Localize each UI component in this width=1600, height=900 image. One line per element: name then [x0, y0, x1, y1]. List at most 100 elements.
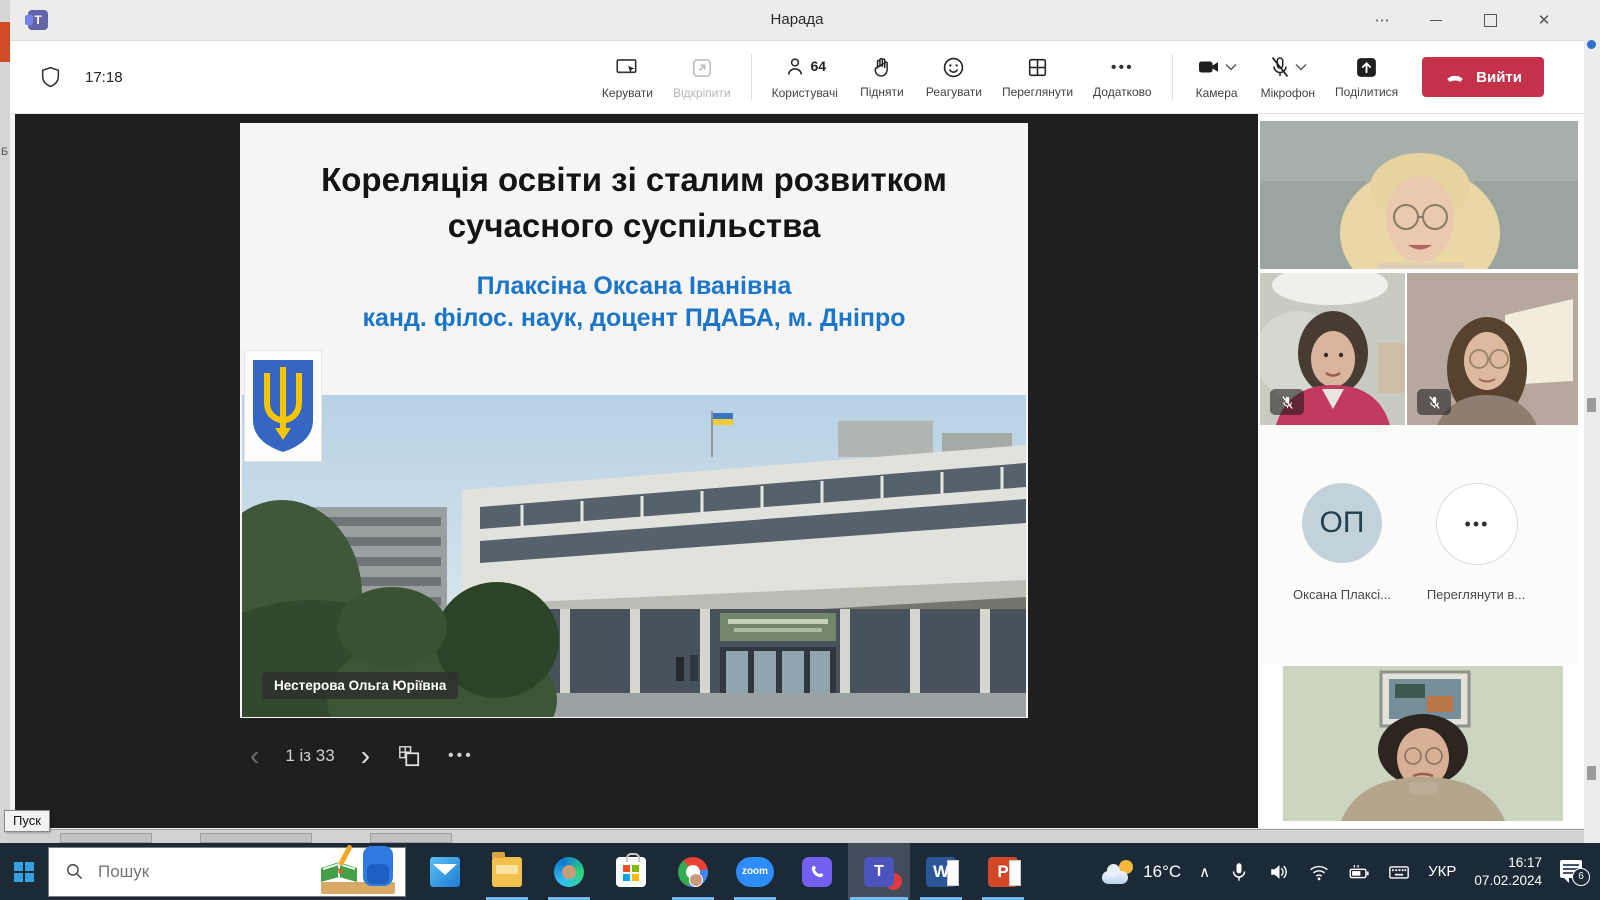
unpin-icon	[689, 55, 715, 81]
slide-title: Кореляція освіти зі сталим розвитком суч…	[240, 157, 1028, 249]
participant-video-2[interactable]	[1260, 273, 1405, 425]
mic-muted-icon	[1427, 395, 1442, 410]
chevron-down-icon[interactable]	[1225, 63, 1237, 71]
share-button[interactable]: Поділитися	[1325, 55, 1408, 99]
participant-video-3[interactable]	[1407, 273, 1578, 425]
overflow-participants-button[interactable]: •••	[1436, 483, 1518, 565]
more-button[interactable]: ••• Додатково	[1083, 56, 1162, 99]
tray-keyboard-icon[interactable]	[1388, 861, 1410, 883]
background-window-right-edge	[1583, 0, 1600, 843]
desktop: Б T Нарада ⋯ ✕ 17	[0, 0, 1600, 900]
ellipsis-icon: •••	[1111, 56, 1134, 80]
participant-4-video-feed	[1283, 666, 1563, 821]
taskbar-teams-icon[interactable]: T	[848, 843, 910, 900]
previous-slide-button[interactable]: ‹	[250, 740, 259, 772]
background-mark	[1587, 398, 1596, 412]
presenter-name-label: Нестерова Ольга Юріївна	[262, 672, 458, 699]
taskbar-store-icon[interactable]	[600, 843, 662, 900]
notification-center-icon[interactable]: 6	[1560, 860, 1586, 884]
taskbar-powerpoint-icon[interactable]: P	[972, 843, 1034, 900]
react-button[interactable]: Реагувати	[916, 55, 992, 99]
participant-video-4[interactable]	[1283, 666, 1563, 821]
window-more-icon[interactable]: ⋯	[1362, 5, 1402, 35]
powerpoint-icon: P	[988, 857, 1018, 887]
background-letter: Б	[1, 146, 8, 158]
slide-grid-icon[interactable]	[396, 743, 422, 769]
folder-icon	[492, 857, 522, 887]
shared-slide: Кореляція освіти зі сталим розвитком суч…	[240, 123, 1028, 718]
raised-hand-icon	[869, 55, 894, 80]
smiley-icon	[941, 55, 966, 80]
minimize-button[interactable]	[1416, 5, 1456, 35]
meeting-toolbar: 17:18 Керувати Відкріпити	[10, 41, 1584, 114]
camera-button[interactable]: Камера	[1183, 55, 1251, 100]
taskbar-zoom-icon[interactable]: zoom	[724, 843, 786, 900]
taskbar-word-icon[interactable]: W	[910, 843, 972, 900]
clock[interactable]: 16:17 07.02.2024	[1474, 854, 1542, 889]
maximize-button[interactable]	[1470, 5, 1510, 35]
taskbar-viber-icon[interactable]	[786, 843, 848, 900]
avatar-initials: ОП	[1320, 506, 1365, 540]
camera-icon	[1196, 55, 1222, 79]
leave-label: Вийти	[1476, 69, 1522, 86]
meeting-timer: 17:18	[85, 69, 123, 86]
start-tooltip: Пуск	[4, 810, 50, 832]
unpin-button[interactable]: Відкріпити	[663, 55, 741, 100]
window-title: Нарада	[10, 0, 1584, 40]
taskbar: zoom T W P 16°C ∧	[0, 843, 1600, 900]
ellipsis-icon: •••	[1465, 514, 1490, 535]
participant-avatar[interactable]: ОП	[1302, 483, 1382, 563]
word-icon: W	[926, 857, 956, 887]
grid-view-icon	[1025, 55, 1050, 80]
taskbar-edge-icon[interactable]	[538, 843, 600, 900]
start-button[interactable]	[0, 843, 48, 900]
chevron-down-icon[interactable]	[1295, 63, 1307, 71]
slide-more-options[interactable]: •••	[448, 747, 474, 765]
background-tab	[200, 833, 312, 843]
slide-counter: 1 із 33	[285, 746, 334, 766]
weather-widget[interactable]: 16°C	[1102, 860, 1181, 884]
participant-1-video-feed	[1260, 121, 1578, 269]
view-button[interactable]: Переглянути	[992, 55, 1083, 99]
microphone-button[interactable]: Мікрофон	[1251, 55, 1325, 100]
search-box[interactable]	[48, 847, 406, 897]
person-icon	[783, 55, 807, 79]
background-mark	[1587, 766, 1596, 780]
presentation-stage: Кореляція освіти зі сталим розвитком суч…	[15, 114, 1258, 828]
tray-volume-icon[interactable]	[1268, 861, 1290, 883]
next-slide-button[interactable]: ›	[361, 740, 370, 772]
taskbar-explorer-icon[interactable]	[476, 843, 538, 900]
edge-icon	[554, 857, 584, 887]
tray-battery-icon[interactable]	[1348, 861, 1370, 883]
avatar-section: ОП ••• Оксана Плаксі... Переглянути в...	[1260, 425, 1578, 664]
background-blue-dot	[1587, 40, 1596, 49]
chrome-icon	[678, 857, 708, 887]
participants-count: 64	[810, 58, 826, 74]
weather-icon	[1102, 860, 1134, 884]
participant-video-1[interactable]	[1260, 121, 1578, 269]
language-indicator[interactable]: УКР	[1428, 863, 1456, 880]
background-window-bottom-strip	[10, 829, 1584, 844]
background-powerpoint-sliver	[0, 22, 10, 62]
notification-count-badge: 6	[1572, 868, 1590, 886]
raise-hand-button[interactable]: Підняти	[848, 55, 916, 99]
taskbar-chrome-icon[interactable]	[662, 843, 724, 900]
mic-muted-badge	[1417, 389, 1451, 415]
participants-button[interactable]: 64 Користувачі	[762, 55, 848, 100]
slide-navigation: ‹ 1 із 33 › •••	[250, 736, 474, 776]
close-button[interactable]: ✕	[1524, 5, 1564, 35]
leave-button[interactable]: Вийти	[1422, 57, 1544, 97]
tray-chevron-icon[interactable]: ∧	[1199, 863, 1210, 881]
teams-meeting-window: T Нарада ⋯ ✕ 17:18	[10, 0, 1584, 829]
meeting-main-area: Кореляція освіти зі сталим розвитком суч…	[10, 114, 1584, 829]
participant-name: Оксана Плаксі...	[1272, 587, 1412, 602]
search-input[interactable]	[96, 861, 270, 883]
tray-mic-icon[interactable]	[1228, 861, 1250, 883]
manage-button[interactable]: Керувати	[592, 55, 663, 100]
tray-network-icon[interactable]	[1308, 861, 1330, 883]
search-education-doodle	[315, 838, 401, 894]
search-icon	[65, 862, 84, 881]
mic-muted-icon	[1280, 395, 1295, 410]
store-icon	[616, 857, 646, 887]
taskbar-mail-icon[interactable]	[414, 843, 476, 900]
